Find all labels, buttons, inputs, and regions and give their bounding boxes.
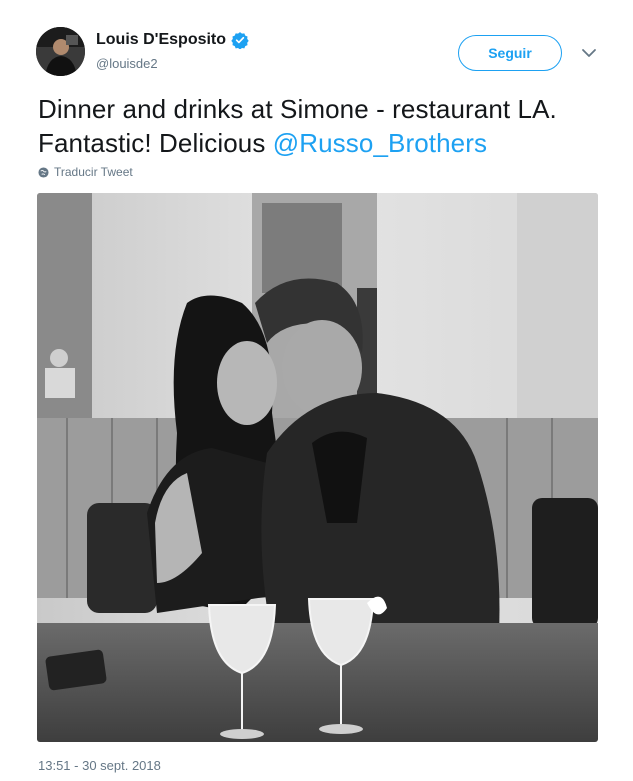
- tweet-text: Dinner and drinks at Simone - restaurant…: [38, 92, 608, 160]
- avatar[interactable]: [36, 27, 85, 76]
- chevron-down-icon[interactable]: [580, 45, 598, 61]
- author-name-text[interactable]: Louis D'Esposito: [96, 31, 226, 49]
- verified-badge-icon: [231, 31, 249, 50]
- translate-label[interactable]: Traducir Tweet: [54, 165, 133, 179]
- translate-tweet-link[interactable]: Traducir Tweet: [38, 165, 133, 179]
- photo-image: [37, 193, 598, 742]
- author-display-name[interactable]: Louis D'Esposito: [96, 31, 249, 50]
- mention-link[interactable]: @Russo_Brothers: [273, 128, 487, 158]
- follow-button[interactable]: Seguir: [458, 35, 562, 71]
- author-handle[interactable]: @louisde2: [96, 56, 158, 71]
- tweet-photo[interactable]: [37, 193, 598, 742]
- tweet-timestamp[interactable]: 13:51 - 30 sept. 2018: [38, 758, 161, 773]
- globe-icon: [38, 166, 49, 178]
